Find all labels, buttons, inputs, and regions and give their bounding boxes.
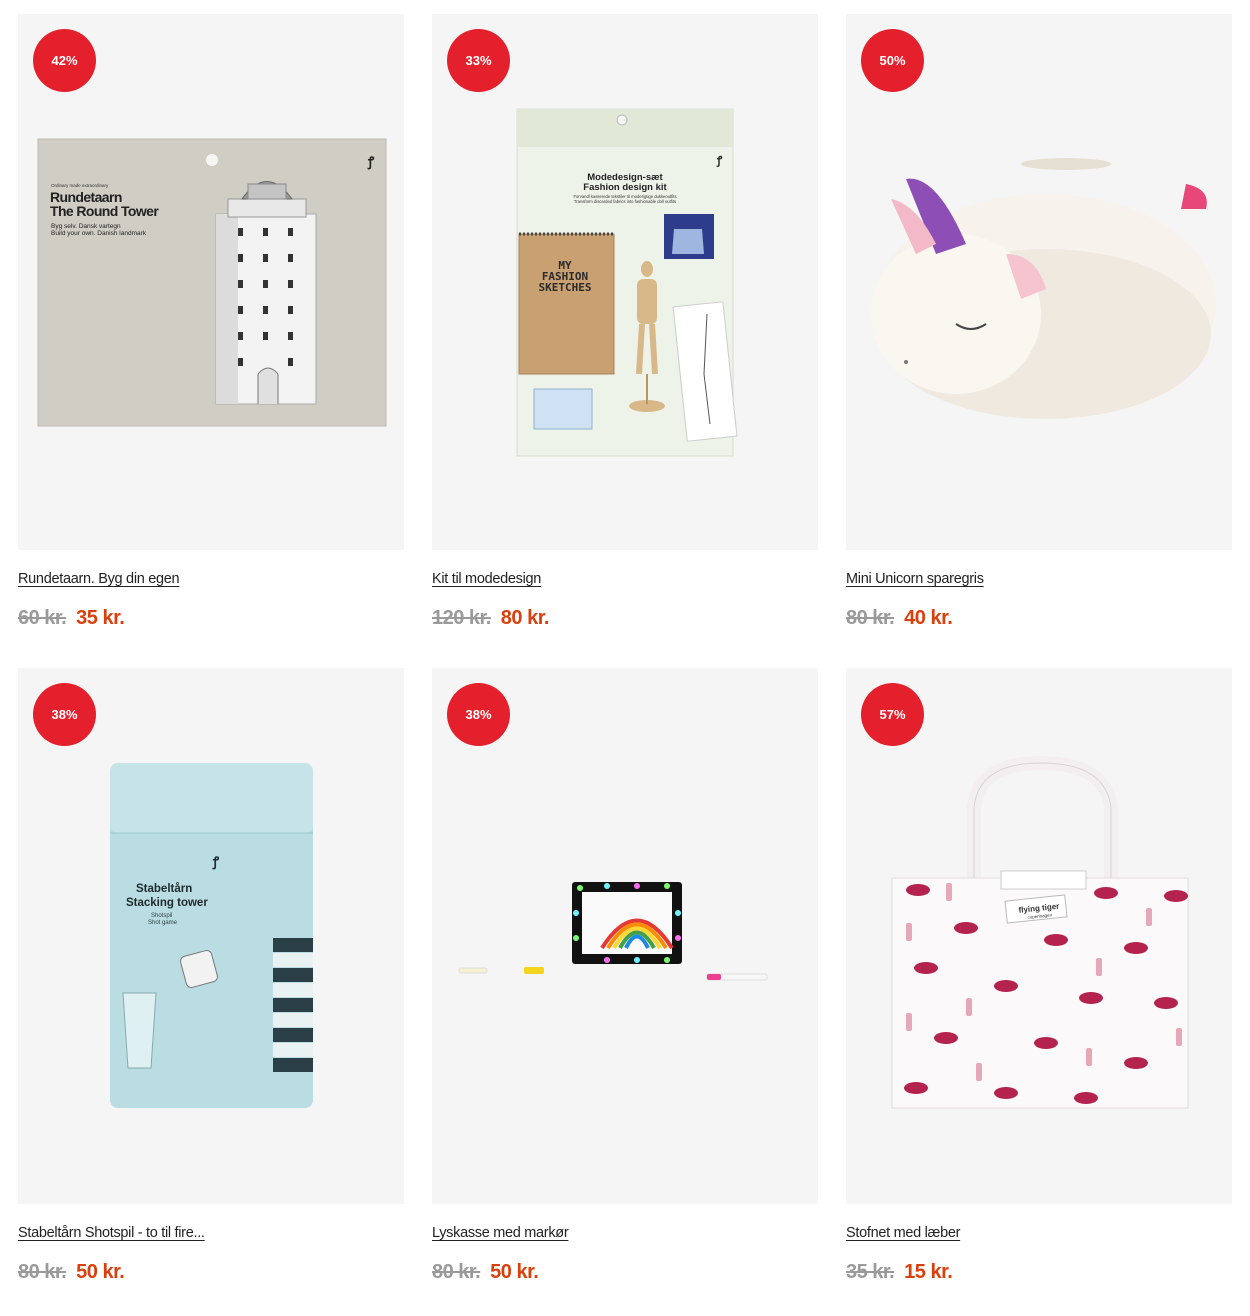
product-title-link[interactable]: Kit til modedesign bbox=[432, 571, 541, 587]
svg-text:Stacking tower: Stacking tower bbox=[126, 897, 208, 909]
old-price: 35 kr. bbox=[846, 1261, 895, 1283]
old-price: 80 kr. bbox=[432, 1261, 481, 1283]
price-row: 80 kr. 40 kr. bbox=[846, 607, 953, 630]
svg-text:Shot game: Shot game bbox=[148, 920, 178, 926]
product-image[interactable]: 42% ꝭ Ordinary made extraordinary Rundet… bbox=[18, 14, 404, 550]
product-card: 38% ꝭ Stabeltårn Stacking tower Shotspil… bbox=[18, 668, 404, 1316]
discount-badge: 42% bbox=[33, 29, 96, 92]
price-row: 120 kr. 80 kr. bbox=[432, 607, 549, 630]
svg-text:Shotspil: Shotspil bbox=[151, 913, 172, 919]
product-image[interactable]: 57% flying tiger copenhagen bbox=[846, 668, 1232, 1204]
product-title-link[interactable]: Stabeltårn Shotspil - to til fire... bbox=[18, 1225, 205, 1241]
product-card: 33% ꝭ Modedesign-sæt Fashion design kit … bbox=[432, 14, 818, 668]
product-title-link[interactable]: Stofnet med læber bbox=[846, 1225, 960, 1241]
product-title-link[interactable]: Rundetaarn. Byg din egen bbox=[18, 571, 180, 587]
round-tower-kit-image: ꝭ Ordinary made extraordinary Rundetaarn… bbox=[37, 138, 387, 427]
product-image[interactable]: 33% ꝭ Modedesign-sæt Fashion design kit … bbox=[432, 14, 818, 550]
discount-badge: 57% bbox=[861, 683, 924, 746]
sale-price: 35 kr. bbox=[76, 607, 125, 629]
sale-price: 80 kr. bbox=[500, 607, 550, 629]
price-row: 35 kr. 15 kr. bbox=[846, 1261, 953, 1284]
product-image[interactable]: 38% bbox=[432, 668, 818, 1204]
price-row: 60 kr. 35 kr. bbox=[18, 607, 125, 630]
svg-text:Transform discarded fabrics in: Transform discarded fabrics into fashion… bbox=[574, 199, 676, 204]
fashion-design-kit-image: ꝭ Modedesign-sæt Fashion design kit Forv… bbox=[516, 108, 738, 457]
light-box-image bbox=[458, 882, 768, 981]
product-title-link[interactable]: Mini Unicorn sparegris bbox=[846, 571, 984, 587]
svg-text:Build your own. Danish landmar: Build your own. Danish landmark bbox=[51, 230, 147, 237]
svg-text:SKETCHES: SKETCHES bbox=[539, 281, 592, 294]
product-card: 50% Mini Unicorn sparegris 80 kr. 40 kr. bbox=[846, 14, 1232, 668]
svg-text:ꝭ: ꝭ bbox=[367, 154, 375, 170]
sale-price: 15 kr. bbox=[904, 1261, 953, 1283]
discount-badge: 33% bbox=[447, 29, 510, 92]
price-row: 80 kr. 50 kr. bbox=[18, 1261, 125, 1284]
svg-text:Byg selv. Dansk vartegn: Byg selv. Dansk vartegn bbox=[51, 223, 121, 230]
old-price: 80 kr. bbox=[846, 607, 895, 629]
discount-badge: 50% bbox=[861, 29, 924, 92]
svg-text:ꝭ: ꝭ bbox=[212, 854, 220, 870]
product-title-link[interactable]: Lyskasse med markør bbox=[432, 1225, 569, 1241]
product-image[interactable]: 50% bbox=[846, 14, 1232, 550]
old-price: 60 kr. bbox=[18, 607, 67, 629]
lips-tote-bag-image: flying tiger copenhagen bbox=[891, 755, 1189, 1109]
sale-price: 50 kr. bbox=[490, 1261, 539, 1283]
svg-text:Ordinary made extraordinary: Ordinary made extraordinary bbox=[51, 183, 109, 188]
product-card: 57% flying tiger copenhagen Stofnet med … bbox=[846, 668, 1232, 1316]
discount-badge: 38% bbox=[447, 683, 510, 746]
product-card: 42% ꝭ Ordinary made extraordinary Rundet… bbox=[18, 14, 404, 668]
unicorn-piggy-bank-image bbox=[871, 158, 1216, 419]
product-card: 38% Lyskasse med markør 80 kr. 50 kr. bbox=[432, 668, 818, 1316]
sale-price: 50 kr. bbox=[76, 1261, 125, 1283]
svg-text:Stabeltårn: Stabeltårn bbox=[136, 883, 192, 895]
stacking-tower-game-image: ꝭ Stabeltårn Stacking tower Shotspil Sho… bbox=[110, 763, 313, 1108]
sale-price: 40 kr. bbox=[904, 607, 953, 629]
product-image[interactable]: 38% ꝭ Stabeltårn Stacking tower Shotspil… bbox=[18, 668, 404, 1204]
discount-badge: 38% bbox=[33, 683, 96, 746]
product-grid: 42% ꝭ Ordinary made extraordinary Rundet… bbox=[18, 14, 1232, 1316]
old-price: 120 kr. bbox=[432, 607, 491, 629]
svg-text:The Round Tower: The Round Tower bbox=[50, 203, 159, 219]
svg-text:ꝭ: ꝭ bbox=[716, 155, 723, 167]
svg-text:Fashion design kit: Fashion design kit bbox=[583, 182, 667, 193]
price-row: 80 kr. 50 kr. bbox=[432, 1261, 539, 1284]
old-price: 80 kr. bbox=[18, 1261, 67, 1283]
